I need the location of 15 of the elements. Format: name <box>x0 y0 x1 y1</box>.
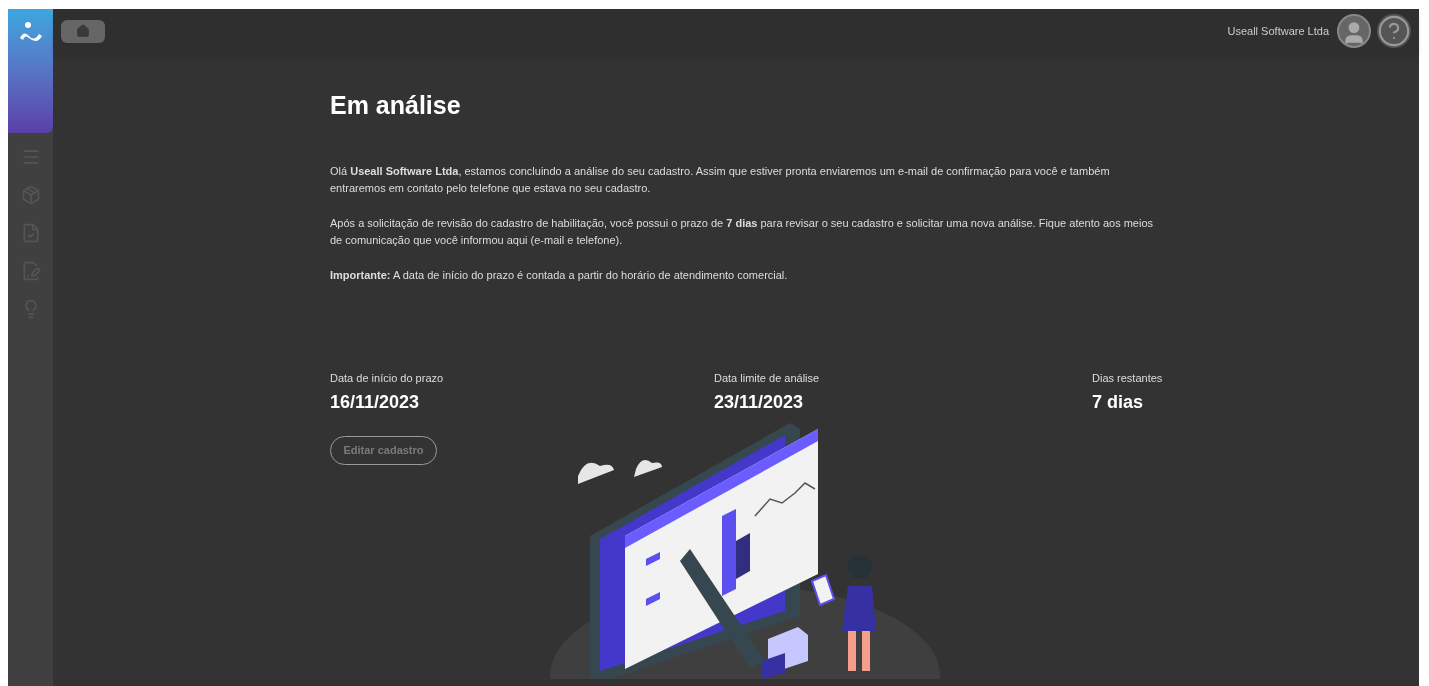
user-avatar-icon[interactable] <box>1337 14 1371 48</box>
stat-label: Data de início do prazo <box>330 370 445 386</box>
stat-value: 7 dias <box>1092 391 1145 414</box>
stat-label: Data limite de análise <box>714 370 821 386</box>
home-icon <box>76 24 90 38</box>
user-name: Useall Software Ltda <box>1227 23 1329 39</box>
stat-value: 16/11/2023 <box>330 391 421 414</box>
home-button[interactable] <box>61 19 105 43</box>
info-paragraph: Olá Useall Software Ltda, estamos concluindo a análise do seu cadastro. Assim que estiver pronta enviaremos um e-mail de confirmação para você e também entraremos em contato pelo telefone que estava no seu cadastro. <box>330 163 1111 196</box>
info-paragraph: Importante: A data de início do prazo é contada a partir do horário de atendimento comercial. <box>330 267 789 283</box>
stat-value: 23/11/2023 <box>714 391 805 414</box>
info-paragraph: Após a solicitação de revisão do cadastro de habilitação, você possui o prazo de 7 dias para revisar o seu cadastro e solicitar uma nova análise. Fique atento aos meios de comunicação que você informou aqui (e-mail e telefone). <box>330 215 1155 248</box>
page-title: Em análise <box>330 90 462 121</box>
stat-label: Dias restantes <box>1092 370 1164 386</box>
help-icon[interactable] <box>1377 14 1411 48</box>
